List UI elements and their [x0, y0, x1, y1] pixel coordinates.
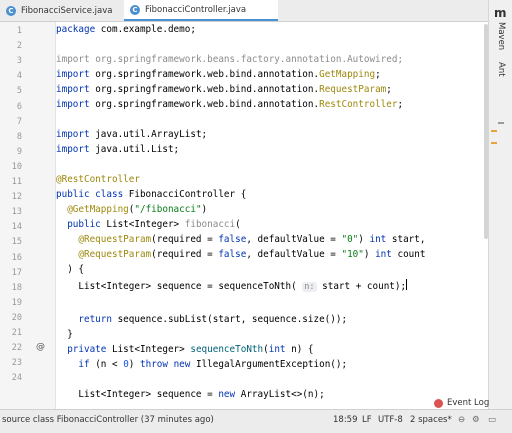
line-number: 16: [11, 252, 22, 263]
code-line: }: [56, 329, 73, 340]
line-number: 2: [16, 41, 22, 52]
class-icon: C: [6, 5, 16, 16]
code-line: return sequence.subList(start, sequence.…: [56, 314, 348, 325]
code-line: @RestController: [56, 174, 140, 185]
code-line: @GetMapping("/fibonacci"): [56, 204, 208, 215]
code-line: List<Integer> sequence = new ArrayList<>…: [56, 389, 325, 400]
caret-position[interactable]: 18:59: [333, 415, 358, 425]
file-encoding[interactable]: UTF-8: [378, 415, 403, 425]
status-message[interactable]: source class FibonacciController (37 min…: [2, 415, 214, 425]
tab-label: FibonacciService.java: [21, 5, 113, 16]
code-line: public class FibonacciController {: [56, 189, 247, 200]
code-line: @RequestParam(required = false, defaultV…: [56, 234, 426, 245]
code-line: import java.util.ArrayList;: [56, 129, 208, 140]
ant-tool-button[interactable]: Ant: [496, 62, 506, 77]
inspection-icon[interactable]: ⚙: [472, 415, 480, 425]
line-number: 14: [11, 222, 22, 233]
status-bar: source class FibonacciController (37 min…: [0, 409, 512, 433]
line-number: 23: [11, 358, 22, 369]
line-number: 12: [11, 192, 22, 203]
warning-marker[interactable]: [491, 142, 497, 144]
line-number: 8: [16, 131, 22, 142]
code-line: import org.springframework.web.bind.anno…: [56, 99, 404, 110]
text-caret: [406, 279, 408, 290]
code-line: import org.springframework.web.bind.anno…: [56, 69, 381, 80]
memory-indicator[interactable]: ▭: [488, 415, 496, 425]
event-log-label: Event Log: [447, 398, 490, 408]
tab-fibonacci-controller[interactable]: C FibonacciController.java: [124, 0, 278, 21]
code-editor[interactable]: package com.example.demo; import org.spr…: [56, 22, 488, 409]
line-number: 6: [16, 101, 22, 112]
line-number: 5: [16, 86, 22, 97]
line-number: 1: [16, 26, 22, 36]
line-number: 22: [11, 343, 22, 354]
line-number: 24: [11, 373, 22, 384]
line-number: 4: [16, 71, 22, 82]
line-number: 15: [11, 237, 22, 248]
code-line: package com.example.demo;: [56, 24, 196, 35]
code-line: import java.util.List;: [56, 144, 180, 155]
line-number: 18: [11, 282, 22, 293]
line-number: 19: [11, 297, 22, 308]
stripe-marker: [498, 122, 504, 124]
warning-marker[interactable]: [491, 130, 497, 132]
line-number: 3: [16, 56, 22, 67]
event-log-button[interactable]: Event Log: [434, 398, 489, 408]
line-number: 13: [11, 207, 22, 218]
lock-icon[interactable]: ⊖: [458, 415, 465, 425]
parameter-hint: n:: [302, 282, 317, 292]
line-number: 10: [11, 161, 22, 172]
code-line: import org.springframework.beans.factory…: [56, 54, 404, 65]
code-line: if (n < 0) throw new IllegalArgumentExce…: [56, 359, 348, 370]
class-icon: C: [130, 4, 140, 15]
error-icon: [434, 398, 443, 408]
code-line-current: List<Integer> sequence = sequenceToNth( …: [56, 279, 408, 292]
indent-setting[interactable]: 2 spaces*: [410, 415, 452, 425]
override-gutter-icon[interactable]: @: [36, 342, 45, 352]
line-number: 9: [16, 146, 22, 157]
line-number: 20: [11, 312, 22, 323]
tool-window-icon[interactable]: m: [494, 6, 507, 20]
code-line: import org.springframework.web.bind.anno…: [56, 84, 392, 95]
line-number: 17: [11, 267, 22, 278]
code-line: public List<Integer> fibonacci(: [56, 219, 241, 230]
tab-fibonacci-service[interactable]: C FibonacciService.java: [0, 0, 122, 21]
code-line: @RequestParam(required = false, defaultV…: [56, 249, 426, 260]
maven-tool-button[interactable]: Maven: [496, 22, 506, 50]
line-number: 11: [11, 177, 22, 187]
code-line: private List<Integer> sequenceToNth(int …: [56, 344, 314, 355]
code-line: ) {: [56, 264, 84, 275]
line-number: 7: [16, 116, 22, 127]
line-number: 21: [11, 328, 22, 338]
right-tool-strip: m Maven Ant: [488, 0, 512, 409]
editor-tab-bar: C FibonacciService.java C FibonacciContr…: [0, 0, 488, 22]
tab-label: FibonacciController.java: [145, 4, 247, 15]
line-separator[interactable]: LF: [362, 415, 372, 425]
